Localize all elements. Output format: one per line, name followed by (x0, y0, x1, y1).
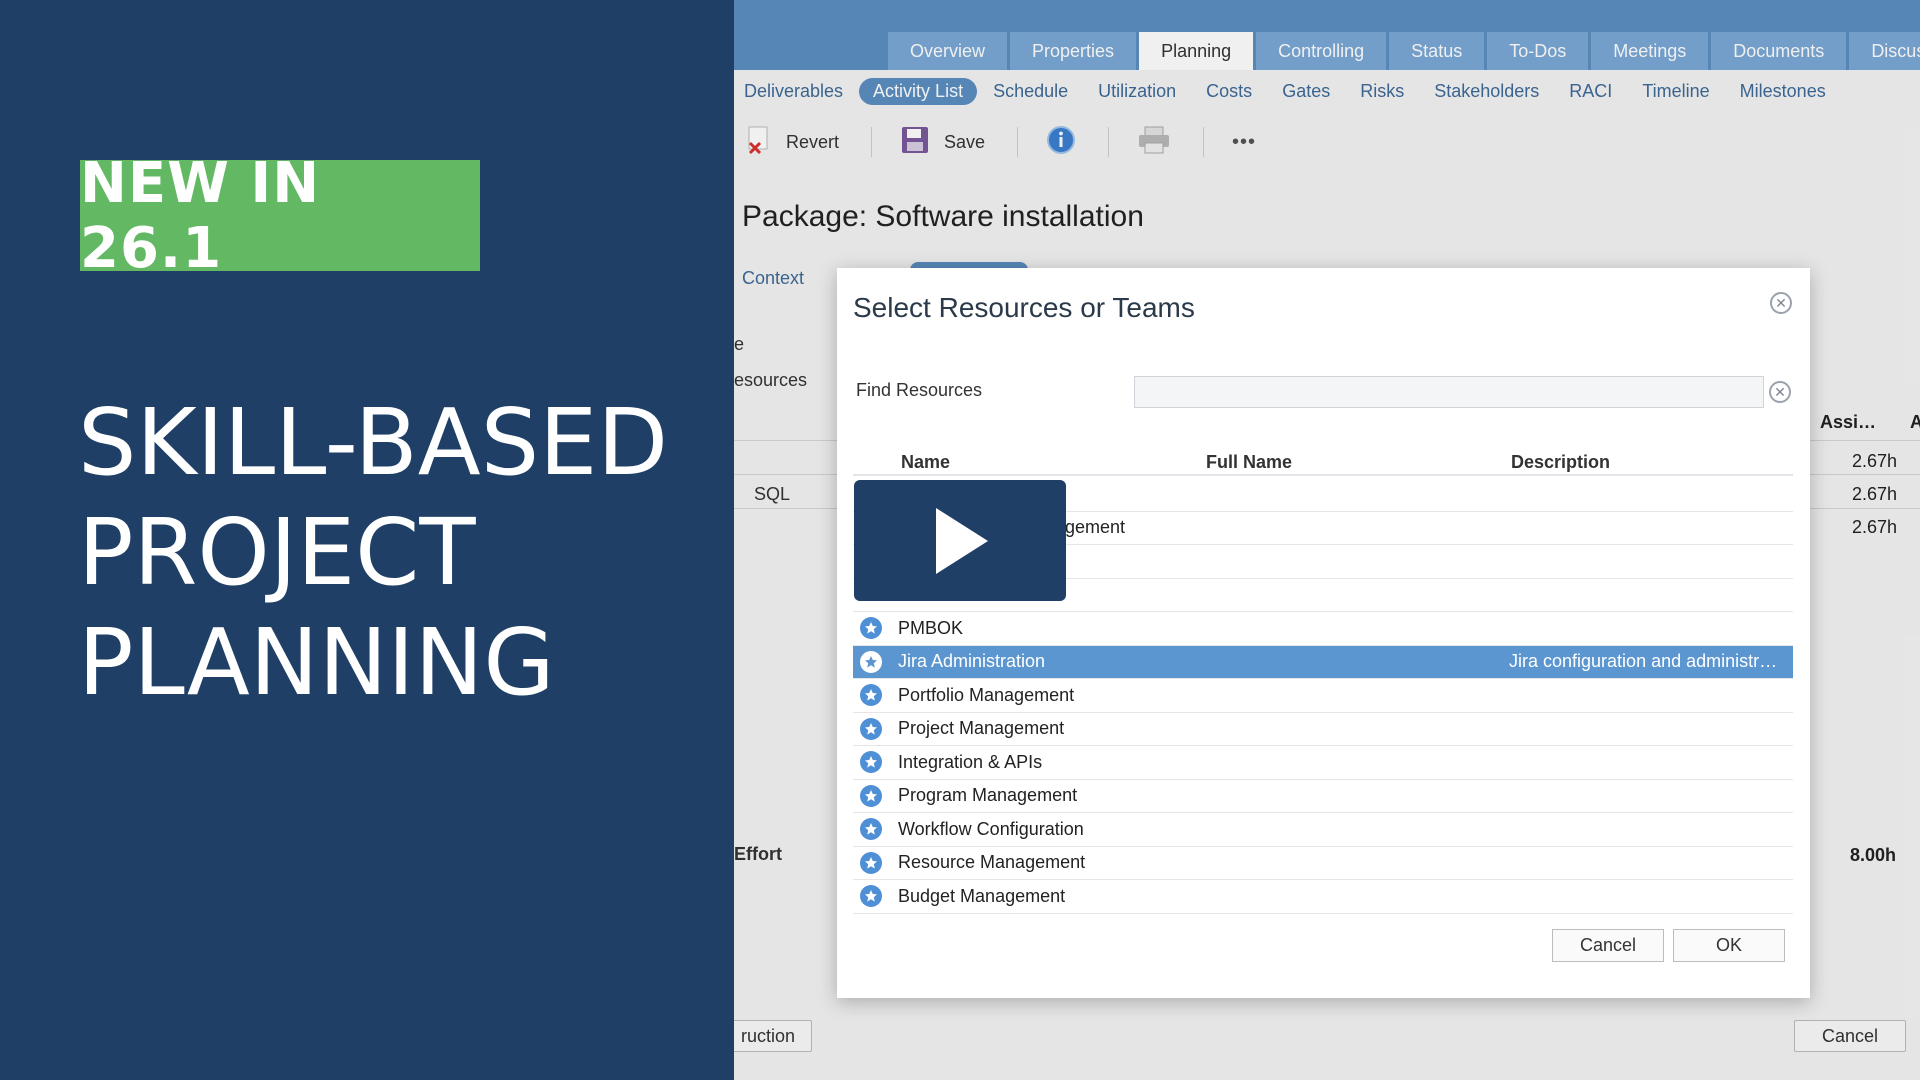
skill-star-icon (860, 617, 882, 640)
list-item[interactable]: Budget Management (853, 880, 1793, 914)
row-name: Resource Management (898, 852, 1086, 873)
column-description[interactable]: Description (1511, 452, 1610, 473)
row-name: PMBOK (898, 617, 964, 638)
version-badge: NEW IN 26.1 (80, 151, 480, 281)
ok-button[interactable]: OK (1673, 929, 1785, 962)
close-icon[interactable]: ✕ (1770, 292, 1792, 314)
promo-headline: SKILL-BASED PROJECT PLANNING (78, 388, 668, 718)
skill-star-icon (860, 885, 882, 908)
skill-star-icon (860, 784, 882, 807)
find-resources-input[interactable] (1134, 376, 1764, 408)
video-play-button[interactable] (854, 480, 1066, 601)
dialog-title: Select Resources or Teams (853, 292, 1195, 323)
play-icon (936, 507, 988, 574)
clear-icon[interactable]: ✕ (1769, 381, 1791, 403)
headline-line: SKILL-BASED (78, 389, 669, 496)
row-name: Integration & APIs (898, 751, 1043, 772)
skill-star-icon (860, 851, 882, 874)
column-full-name[interactable]: Full Name (1206, 452, 1292, 473)
list-item[interactable]: Resource Management (853, 847, 1793, 880)
list-item-selected[interactable]: Jira Administration Jira configuration a… (853, 645, 1793, 679)
list-item[interactable]: PMBOK (853, 612, 1793, 646)
headline-line: PROJECT (78, 499, 476, 606)
row-name: Portfolio Management (898, 684, 1075, 705)
row-name: Program Management (898, 785, 1078, 806)
list-item[interactable]: Integration & APIs (853, 746, 1793, 780)
skill-star-icon (860, 751, 882, 774)
skill-star-icon (860, 650, 882, 673)
headline-line: PLANNING (78, 609, 555, 716)
row-name: Workflow Configuration (898, 818, 1084, 839)
row-description: Jira configuration and administr… (1509, 651, 1778, 672)
column-name[interactable]: Name (901, 452, 950, 473)
skill-star-icon (860, 684, 882, 707)
select-resources-dialog: Select Resources or Teams ✕ Find Resourc… (837, 268, 1810, 998)
list-item[interactable]: Workflow Configuration (853, 813, 1793, 847)
list-item[interactable]: Program Management (853, 780, 1793, 813)
table-header: Name Full Name Description (853, 448, 1793, 476)
find-resources-label: Find Resources (856, 380, 983, 400)
row-name: Project Management (898, 718, 1065, 739)
promo-panel: NEW IN 26.1 SKILL-BASED PROJECT PLANNING (0, 0, 734, 1080)
row-name: Budget Management (898, 885, 1066, 906)
list-item[interactable]: Project Management (853, 713, 1793, 746)
cancel-button[interactable]: Cancel (1552, 929, 1664, 962)
skill-star-icon (860, 818, 882, 841)
row-name: Jira Administration (898, 651, 1046, 672)
list-item[interactable]: Portfolio Management (853, 679, 1793, 713)
skill-star-icon (860, 717, 882, 740)
